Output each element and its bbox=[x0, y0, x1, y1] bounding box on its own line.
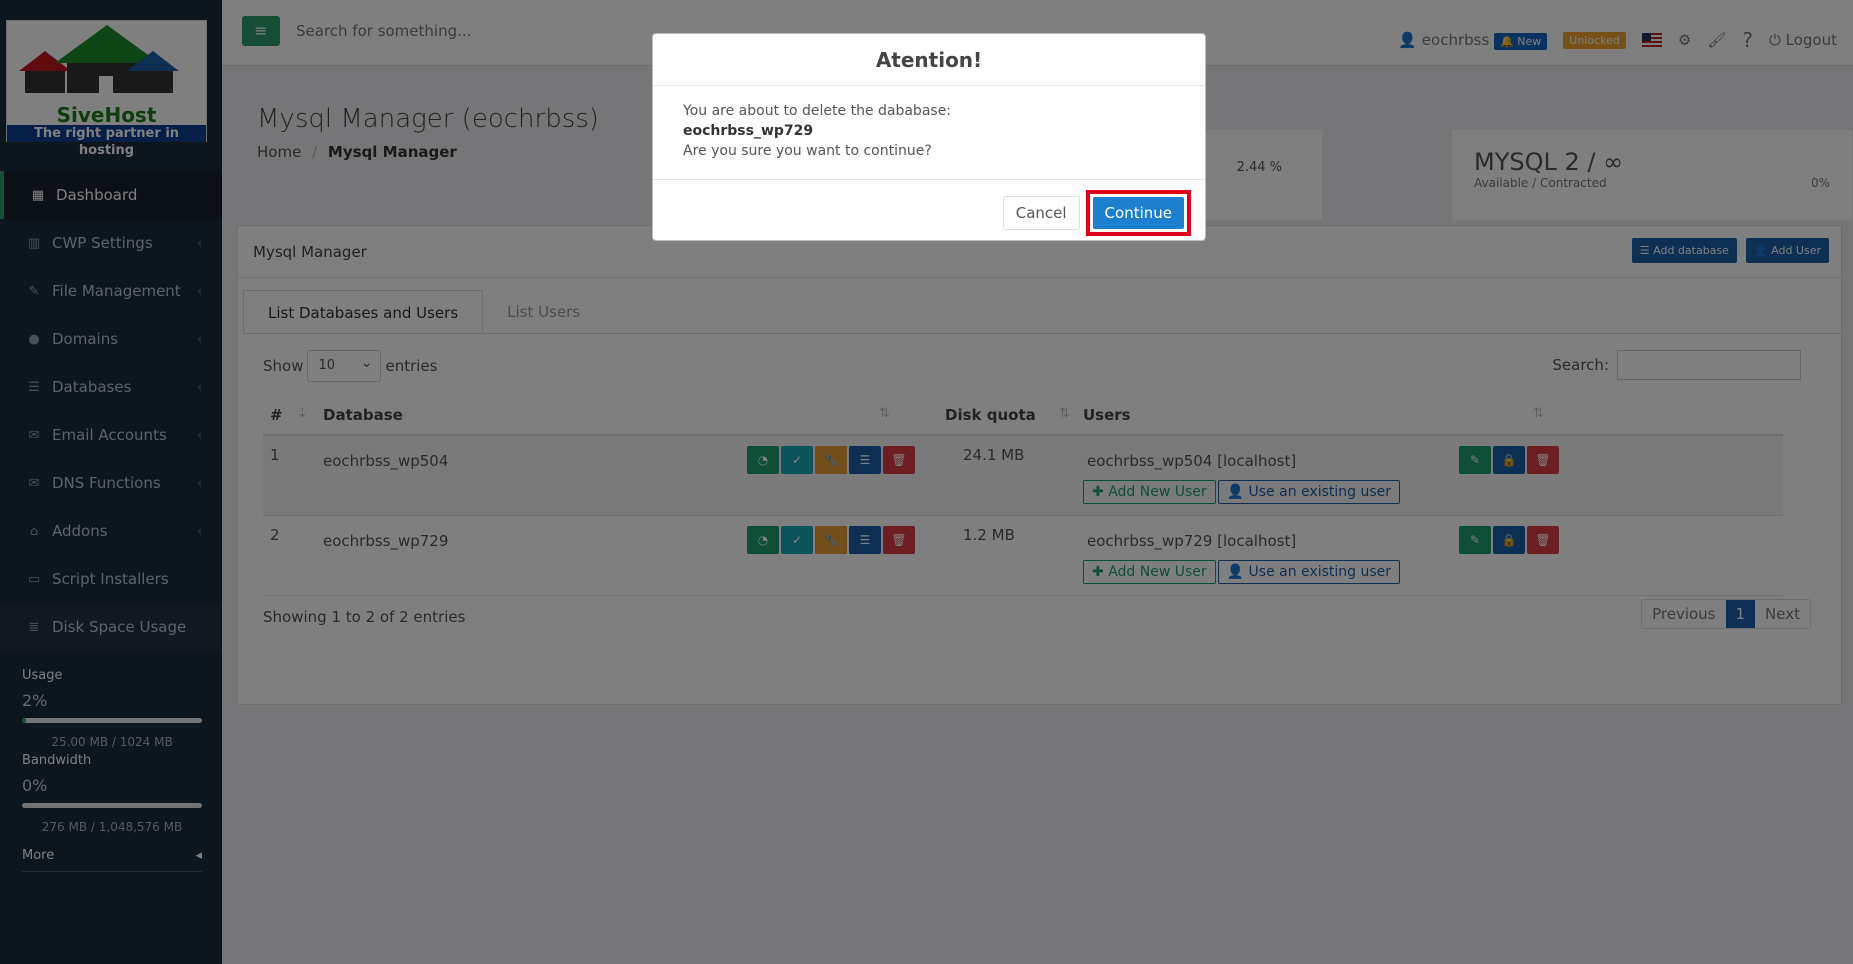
confirm-delete-modal: Atention! You are about to delete the da… bbox=[652, 33, 1206, 241]
modal-footer: Cancel Continue bbox=[1002, 190, 1191, 236]
modal-message: You are about to delete the dababase: bbox=[683, 103, 952, 119]
modal-body: You are about to delete the dababase: eo… bbox=[653, 86, 1205, 180]
modal-question: Are you sure you want to continue? bbox=[683, 143, 932, 159]
continue-button[interactable]: Continue bbox=[1092, 197, 1184, 229]
continue-highlight: Continue bbox=[1085, 190, 1191, 236]
cancel-button[interactable]: Cancel bbox=[1002, 196, 1080, 230]
modal-database-name: eochrbss_wp729 bbox=[683, 123, 814, 139]
modal-title: Atention! bbox=[653, 34, 1205, 86]
